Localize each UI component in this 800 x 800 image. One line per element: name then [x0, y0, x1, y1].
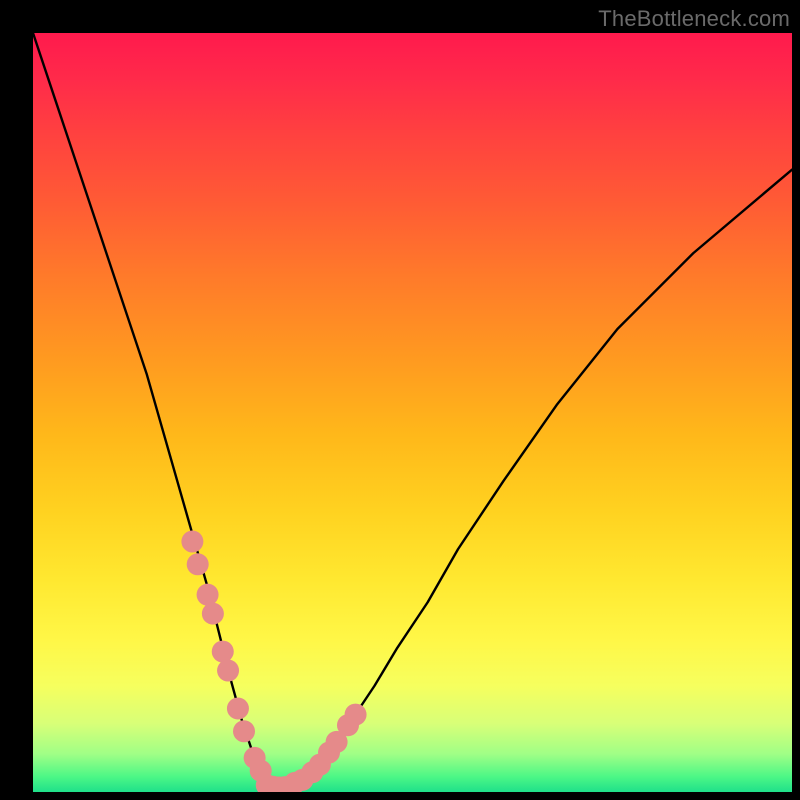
- data-point: [202, 603, 224, 625]
- data-point: [227, 698, 249, 720]
- data-point: [197, 584, 219, 606]
- data-point: [345, 704, 367, 726]
- data-point: [217, 660, 239, 682]
- data-point: [233, 720, 255, 742]
- data-point: [212, 641, 234, 663]
- chart-svg: [33, 33, 792, 792]
- data-point: [187, 553, 209, 575]
- data-point: [181, 531, 203, 553]
- curve-path: [33, 33, 792, 787]
- plot-area: [33, 33, 792, 792]
- chart-frame: TheBottleneck.com: [0, 0, 800, 800]
- watermark-text: TheBottleneck.com: [598, 6, 790, 32]
